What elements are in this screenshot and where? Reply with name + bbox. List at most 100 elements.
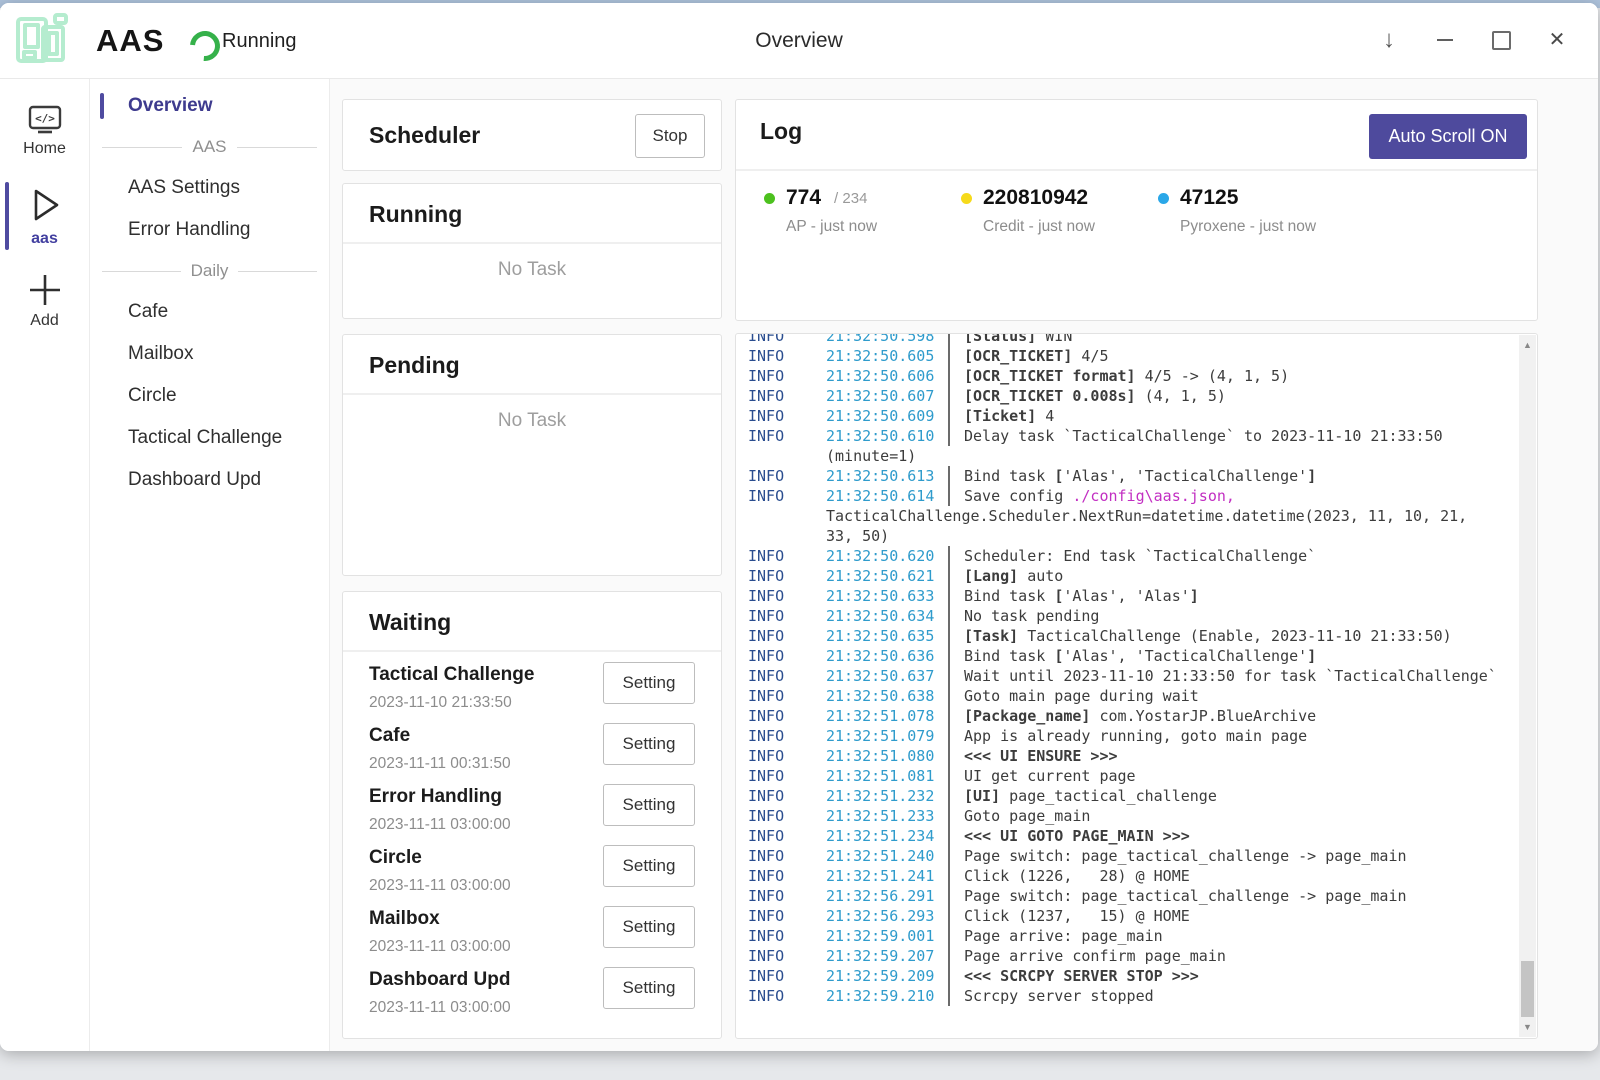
log-level: INFO (748, 586, 826, 606)
log-timestamp: 21:32:59.207 (826, 946, 948, 966)
nav-item-error-handling[interactable]: Error Handling (90, 209, 329, 251)
stat-credit: 220810942 Credit - just now (961, 186, 1158, 236)
stat-value: 47125 (1180, 186, 1238, 210)
window-controls: ↓ ✕ (1366, 17, 1580, 63)
stat-suffix: / 234 (834, 190, 867, 207)
log-row: TacticalChallenge.Scheduler.NextRun=date… (748, 506, 1537, 526)
stat-label: Credit - just now (961, 218, 1158, 236)
scroll-down-icon[interactable]: ▼ (1519, 1019, 1536, 1035)
auto-scroll-button[interactable]: Auto Scroll ON (1369, 114, 1527, 159)
log-header-card: Log Auto Scroll ON 774/ 234AP - just now… (735, 99, 1538, 321)
task-name: Dashboard Upd (369, 967, 511, 991)
task-setting-button-error-handling[interactable]: Setting (603, 784, 695, 826)
log-timestamp: 21:32:51.081 (826, 766, 948, 786)
log-row: INFO21:32:50.607[OCR_TICKET 0.008s] (4, … (748, 386, 1537, 406)
task-next-run: 2023-11-11 03:00:00 (369, 816, 511, 834)
log-message: Click (1226, 28) @ HOME (948, 866, 1537, 886)
nav-item-tactical-challenge[interactable]: Tactical Challenge (90, 417, 329, 459)
log-row: INFO21:32:51.241Click (1226, 28) @ HOME (748, 866, 1537, 886)
log-level: INFO (748, 566, 826, 586)
log-timestamp: 21:32:51.240 (826, 846, 948, 866)
log-message-continuation: (minute=1) (826, 446, 1537, 466)
close-button[interactable]: ✕ (1534, 17, 1580, 63)
nav-item-circle[interactable]: Circle (90, 375, 329, 417)
running-card: Running No Task (342, 183, 722, 319)
resource-stats: 774/ 234AP - just now220810942Credit - j… (764, 186, 1355, 236)
task-setting-button-tactical-challenge[interactable]: Setting (603, 662, 695, 704)
task-setting-button-cafe[interactable]: Setting (603, 723, 695, 765)
log-message: Scrcpy server stopped (948, 986, 1537, 1006)
nav-item-overview[interactable]: Overview (90, 85, 329, 127)
log-level: INFO (748, 926, 826, 946)
log-row: INFO21:32:50.638Goto main page during wa… (748, 686, 1537, 706)
log-level: INFO (748, 386, 826, 406)
log-message: [UI] page_tactical_challenge (948, 786, 1537, 806)
minimize-button[interactable] (1422, 17, 1468, 63)
download-arrow-button[interactable]: ↓ (1366, 17, 1412, 63)
log-row: INFO21:32:50.598[Status] WIN (748, 333, 1537, 346)
log-level: INFO (748, 426, 826, 446)
nav-group-label: AAS (192, 137, 226, 157)
log-level: INFO (748, 746, 826, 766)
task-next-run: 2023-11-11 03:00:00 (369, 999, 511, 1017)
rail-item-add[interactable]: Add (0, 263, 89, 339)
content-area: Scheduler Stop Running No Task Pending N… (330, 79, 1598, 1051)
log-row: INFO21:32:50.636Bind task ['Alas', 'Tact… (748, 646, 1537, 666)
log-scrollbar[interactable]: ▲ ▼ (1519, 335, 1536, 1037)
log-message: App is already running, goto main page (948, 726, 1537, 746)
nav-item-mailbox[interactable]: Mailbox (90, 333, 329, 375)
task-setting-button-dashboard-upd[interactable]: Setting (603, 967, 695, 1009)
log-row: INFO21:32:59.210Scrcpy server stopped (748, 986, 1537, 1006)
running-empty-text: No Task (343, 259, 721, 281)
nav-item-dashboard-upd[interactable]: Dashboard Upd (90, 459, 329, 501)
log-row: INFO21:32:51.234<<< UI GOTO PAGE_MAIN >>… (748, 826, 1537, 846)
nav-item-cafe[interactable]: Cafe (90, 291, 329, 333)
task-setting-button-mailbox[interactable]: Setting (603, 906, 695, 948)
waiting-task-row: Dashboard Upd 2023-11-11 03:00:00 Setting (369, 967, 695, 1028)
task-name: Cafe (369, 723, 511, 747)
task-setting-button-circle[interactable]: Setting (603, 845, 695, 887)
log-timestamp: 21:32:50.620 (826, 546, 948, 566)
log-timestamp: 21:32:50.614 (826, 486, 948, 506)
maximize-button[interactable] (1478, 17, 1524, 63)
log-timestamp: 21:32:51.241 (826, 866, 948, 886)
log-level: INFO (748, 666, 826, 686)
rail-item-home[interactable]: </> Home (0, 93, 89, 169)
stat-value: 220810942 (983, 186, 1088, 210)
scheduler-card: Scheduler Stop (342, 99, 722, 171)
rail-item-aas[interactable]: aas (0, 178, 89, 254)
log-timestamp: 21:32:51.080 (826, 746, 948, 766)
log-row: INFO21:32:50.635[Task] TacticalChallenge… (748, 626, 1537, 646)
log-level: INFO (748, 726, 826, 746)
icon-rail: </> Home aas Add (0, 79, 90, 1051)
log-message: Save config ./config\aas.json, (948, 486, 1537, 506)
close-icon: ✕ (1549, 30, 1566, 50)
log-level: INFO (748, 786, 826, 806)
scroll-up-icon[interactable]: ▲ (1519, 337, 1536, 353)
log-message: Page arrive confirm page_main (948, 946, 1537, 966)
log-level: INFO (748, 766, 826, 786)
stop-button[interactable]: Stop (635, 114, 705, 158)
maximize-icon (1492, 31, 1511, 50)
app-window: AAS Running Overview ↓ ✕ </> Home aas (0, 3, 1598, 1051)
waiting-task-row: Cafe2023-11-11 00:31:50Setting (369, 723, 695, 784)
log-row: INFO21:32:50.614Save config ./config\aas… (748, 486, 1537, 506)
log-message: [OCR_TICKET format] 4/5 -> (4, 1, 5) (948, 366, 1537, 386)
log-level: INFO (748, 686, 826, 706)
nav-item-aas-settings[interactable]: AAS Settings (90, 167, 329, 209)
log-message: Bind task ['Alas', 'TacticalChallenge'] (948, 466, 1537, 486)
log-timestamp: 21:32:50.609 (826, 406, 948, 426)
rail-item-label: Add (30, 312, 58, 330)
page-title: Overview (0, 29, 1598, 53)
task-name: Tactical Challenge (369, 662, 534, 686)
log-level: INFO (748, 333, 826, 346)
log-level: INFO (748, 406, 826, 426)
stat-dot-icon (961, 193, 972, 204)
log-timestamp: 21:32:50.605 (826, 346, 948, 366)
log-level: INFO (748, 346, 826, 366)
log-timestamp: 21:32:50.635 (826, 626, 948, 646)
running-title: Running (343, 184, 721, 242)
stat-pyroxene: 47125Pyroxene - just now (1158, 186, 1355, 236)
scrollbar-thumb[interactable] (1521, 961, 1534, 1017)
title-bar: AAS Running Overview ↓ ✕ (0, 3, 1598, 79)
